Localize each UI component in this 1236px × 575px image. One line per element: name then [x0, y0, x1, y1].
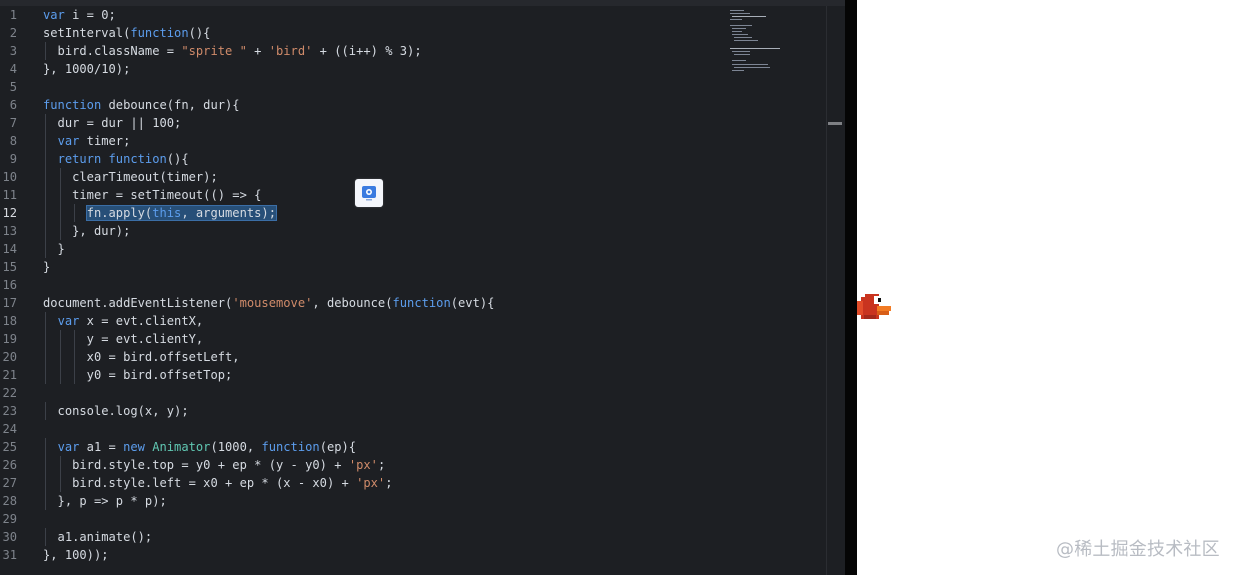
code-line[interactable]: 29: [0, 510, 720, 528]
code-line[interactable]: 18 var x = evt.clientX,: [0, 312, 720, 330]
code-line[interactable]: 14 }: [0, 240, 720, 258]
line-number: 15: [2, 260, 17, 274]
line-number: 21: [2, 368, 17, 382]
line-number: 28: [2, 494, 17, 508]
code-line[interactable]: 7 dur = dur || 100;: [0, 114, 720, 132]
code-text[interactable]: y0 = bird.offsetTop;: [43, 366, 233, 384]
watermark: @稀土掘金技术社区: [1056, 539, 1220, 560]
code-text[interactable]: bird.style.top = y0 + ep * (y - y0) + 'p…: [43, 456, 385, 474]
code-text[interactable]: }, dur);: [43, 222, 130, 240]
code-line[interactable]: 20 x0 = bird.offsetLeft,: [0, 348, 720, 366]
code-text[interactable]: return function(){: [43, 150, 189, 168]
line-number: 29: [2, 512, 17, 526]
code-line[interactable]: 4 }, 1000/10);: [0, 60, 720, 78]
code-line[interactable]: 27 bird.style.left = x0 + ep * (x - x0) …: [0, 474, 720, 492]
code-text[interactable]: timer = setTimeout(() => {: [43, 186, 261, 204]
code-line[interactable]: 9 return function(){: [0, 150, 720, 168]
code-area[interactable]: 1 var i = 0; 2 setInterval(function(){3 bir…: [0, 6, 720, 564]
code-text[interactable]: var x = evt.clientX,: [43, 312, 204, 330]
code-line[interactable]: 30 a1.animate();: [0, 528, 720, 546]
code-line[interactable]: 3 bird.className = "sprite " + 'bird' + …: [0, 42, 720, 60]
code-text[interactable]: }, 1000/10);: [43, 60, 130, 78]
code-text[interactable]: setInterval(function(){: [43, 24, 210, 42]
code-line[interactable]: 8 var timer;: [0, 132, 720, 150]
line-number: 31: [2, 548, 17, 562]
minimap[interactable]: [726, 6, 810, 76]
line-number: 13: [2, 224, 17, 238]
code-line[interactable]: 1 var i = 0;: [0, 6, 720, 24]
code-text[interactable]: var i = 0;: [43, 6, 116, 24]
code-line[interactable]: 22: [0, 384, 720, 402]
line-number: 4: [9, 62, 17, 76]
vertical-scrollbar-track[interactable]: [826, 6, 827, 575]
line-number: 16: [2, 278, 17, 292]
line-number: 19: [2, 332, 17, 346]
line-number: 30: [2, 530, 17, 544]
code-text[interactable]: bird.className = "sprite " + 'bird' + ((…: [43, 42, 422, 60]
line-number: 1: [9, 8, 17, 22]
code-text[interactable]: y = evt.clientY,: [43, 330, 204, 348]
selected-code: fn.apply(this, arguments);: [85, 205, 278, 221]
line-number: 26: [2, 458, 17, 472]
code-text[interactable]: document.addEventListener('mousemove', d…: [43, 294, 494, 312]
code-text[interactable]: }: [43, 240, 65, 258]
code-line[interactable]: 15}: [0, 258, 720, 276]
code-line[interactable]: 24: [0, 420, 720, 438]
code-line[interactable]: 23 console.log(x, y);: [0, 402, 720, 420]
code-line[interactable]: 5: [0, 78, 720, 96]
code-text[interactable]: bird.style.left = x0 + ep * (x - x0) + '…: [43, 474, 392, 492]
code-text[interactable]: console.log(x, y);: [43, 402, 189, 420]
code-text[interactable]: }: [43, 258, 50, 276]
code-text[interactable]: fn.apply(this, arguments);: [43, 204, 278, 222]
line-number: 11: [2, 188, 17, 202]
code-line[interactable]: 13 }, dur);: [0, 222, 720, 240]
line-number: 25: [2, 440, 17, 454]
code-line[interactable]: 25 var a1 = new Animator(1000, function(…: [0, 438, 720, 456]
code-line[interactable]: 31 }, 100));: [0, 546, 720, 564]
text-cursor: [276, 206, 277, 221]
code-editor[interactable]: 1 var i = 0; 2 setInterval(function(){3 bir…: [0, 0, 845, 575]
line-number: 9: [9, 152, 17, 166]
line-number: 17: [2, 296, 17, 310]
code-line[interactable]: 16: [0, 276, 720, 294]
code-line[interactable]: 28 }, p => p * p);: [0, 492, 720, 510]
line-number: 10: [2, 170, 17, 184]
flappy-bird-sprite: [857, 294, 891, 319]
code-line[interactable]: 26 bird.style.top = y0 + ep * (y - y0) +…: [0, 456, 720, 474]
code-line[interactable]: 17 document.addEventListener('mousemove',…: [0, 294, 720, 312]
code-text[interactable]: dur = dur || 100;: [43, 114, 182, 132]
scrollbar-thumb[interactable]: [828, 122, 842, 125]
code-text[interactable]: clearTimeout(timer);: [43, 168, 218, 186]
code-line[interactable]: 2 setInterval(function(){: [0, 24, 720, 42]
code-text[interactable]: var a1 = new Animator(1000, function(ep)…: [43, 438, 357, 456]
line-number: 20: [2, 350, 17, 364]
line-number: 27: [2, 476, 17, 490]
line-number: 7: [9, 116, 17, 130]
line-number: 6: [9, 98, 17, 112]
line-number: 2: [9, 26, 17, 40]
code-text[interactable]: }, 100));: [43, 546, 109, 564]
browser-extension-icon[interactable]: [355, 179, 383, 207]
line-number: 3: [9, 44, 17, 58]
line-number: 23: [2, 404, 17, 418]
line-number: 5: [9, 80, 17, 94]
pane-divider[interactable]: [845, 0, 857, 575]
line-number: 12: [2, 206, 17, 220]
line-number: 14: [2, 242, 17, 256]
code-text[interactable]: var timer;: [43, 132, 131, 150]
code-line[interactable]: 21 y0 = bird.offsetTop;: [0, 366, 720, 384]
code-text[interactable]: function debounce(fn, dur){: [43, 96, 240, 114]
code-line[interactable]: 19 y = evt.clientY,: [0, 330, 720, 348]
line-number: 22: [2, 386, 17, 400]
code-text[interactable]: a1.animate();: [43, 528, 153, 546]
code-line[interactable]: 6 function debounce(fn, dur){: [0, 96, 720, 114]
code-text[interactable]: }, p => p * p);: [43, 492, 167, 510]
line-number: 18: [2, 314, 17, 328]
line-number: 8: [9, 134, 17, 148]
code-text[interactable]: x0 = bird.offsetLeft,: [43, 348, 240, 366]
line-number: 24: [2, 422, 17, 436]
